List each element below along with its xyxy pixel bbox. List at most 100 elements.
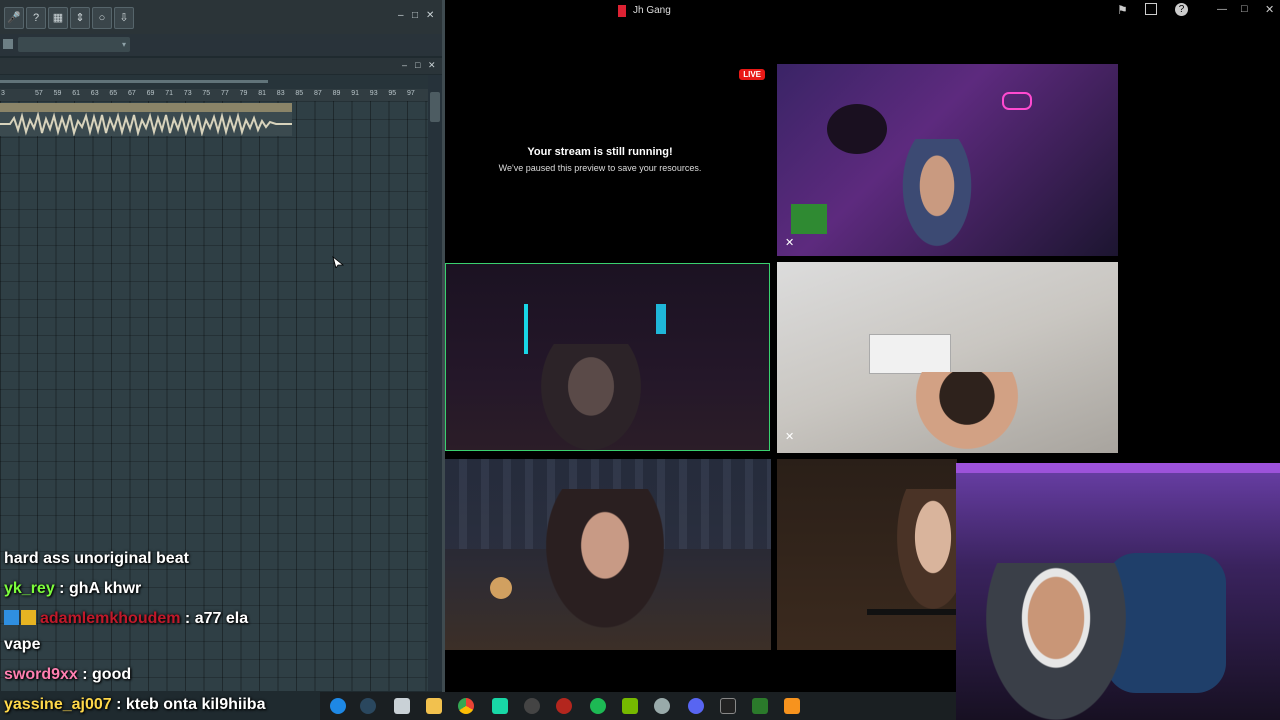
playlist-header: – □ ✕ [0,58,442,74]
ruler-tick-label: 75 [202,90,211,97]
ruler-tick-label: 61 [72,90,80,97]
participant-video-tile[interactable]: ✕ [777,262,1118,453]
speaking-participant-tile[interactable] [445,263,770,451]
ruler-tick-label: 65 [109,90,118,97]
steam-icon[interactable] [360,698,376,714]
chat-text: vape [4,636,41,653]
muted-mic-icon: ✕ [785,237,795,249]
chat-username[interactable]: sword9xx [4,666,78,683]
fl-close-button[interactable]: ✕ [426,10,434,21]
pattern-select[interactable]: ▾ [18,37,130,52]
chat-text: : a77 ela [180,610,249,627]
ruler-tick-label: 87 [314,90,322,97]
video-detail [827,104,887,154]
menu-icon[interactable] [3,39,13,49]
taskbar [320,692,960,720]
live-badge: LIVE [739,69,765,80]
app-play-icon[interactable] [752,698,768,714]
neon-sign [1002,92,1032,110]
edge-icon[interactable] [330,698,346,714]
stream-titlebar: Jh Gang ⚑ ? — □ ✕ [445,0,1280,22]
folder-icon[interactable] [426,698,442,714]
ruler-tick-label: 69 [146,90,155,97]
playlist-close-button[interactable]: ✕ [428,60,436,71]
chat-message: sword9xx : good [4,666,131,684]
participant-video-tile[interactable] [777,459,957,650]
playlist-grid[interactable] [0,101,428,691]
spotify-icon[interactable] [590,698,606,714]
participant-figure [912,372,1022,453]
fl-studio-icon[interactable] [784,698,800,714]
ruler-tick-label: 89 [332,90,341,97]
facecam-overlay [956,463,1280,720]
chat-text: hard ass unoriginal beat [4,550,189,567]
chat-message: adamlemkhoudem : a77 ela [4,610,248,628]
fl-maximize-button[interactable]: □ [412,10,418,21]
ruler-tick-label: 63 [90,90,99,97]
download-icon[interactable]: ⇩ [114,7,134,29]
ruler-tick-label: 81 [258,90,266,97]
close-button[interactable]: ✕ [1265,3,1274,16]
app-gray-icon[interactable] [654,698,670,714]
minimize-button[interactable]: — [1217,4,1227,15]
chat-icon[interactable]: ○ [92,7,112,29]
vertical-scroll-thumb[interactable] [430,92,440,122]
playlist-minimize-button[interactable]: – [402,60,407,70]
chat-text: : ghA khwr [54,580,142,597]
app-icon[interactable] [394,698,410,714]
help-icon[interactable]: ? [26,7,46,29]
chat-username[interactable]: adamlemkhoudem [40,610,180,627]
ruler-tick-label: 93 [369,90,378,97]
chat-message: yassine_aj007 : kteb onta kil9hiiba [4,696,265,714]
chrome-icon[interactable] [458,698,474,714]
participant-figure [541,344,641,450]
waveform-icon [0,112,292,136]
audio-clip[interactable] [0,103,292,136]
streamer-figure [897,139,977,256]
microphone-arm [867,609,957,615]
ruler-tick-label: 59 [53,90,62,97]
ruler-tick-label: 95 [388,90,397,97]
chat-text: : kteb onta kil9hiiba [111,696,266,713]
neon-light [524,304,528,354]
app-red-icon[interactable] [556,698,572,714]
ruler-tick-label: 91 [351,90,359,97]
chat-message: yk_rey : ghA khwr [4,580,141,598]
badge-icon [4,610,19,625]
discord-icon[interactable] [688,698,704,714]
flag-icon[interactable]: ⚑ [1117,3,1128,17]
streamer-figure [986,563,1126,720]
mixer-icon[interactable]: ⇕ [70,7,90,29]
crown-badge-icon [21,610,36,625]
own-stream-tile[interactable]: LIVE Your stream is still running! We've… [445,64,771,256]
chat-username[interactable]: yassine_aj007 [4,696,112,713]
chat-message: vape [4,636,40,654]
playlist-restore-button[interactable]: □ [415,60,420,70]
participant-video-tile[interactable]: ✕ [777,64,1118,256]
audio-app-icon[interactable] [720,698,736,714]
air-conditioner [869,334,951,374]
neon-light [791,204,827,234]
plush-toy [490,577,512,599]
ruler-tick-label: 85 [295,90,304,97]
obs-icon[interactable] [524,698,540,714]
ruler-tick-label: 77 [221,90,229,97]
chat-username[interactable]: yk_rey [4,580,55,597]
vertical-scrollbar[interactable] [428,75,442,691]
horizontal-scrollbar[interactable] [0,75,428,89]
help-circle-icon[interactable]: ? [1175,3,1188,16]
maximize-button[interactable]: □ [1241,3,1248,15]
ruler-tick-label: 73 [183,90,192,97]
led-strip [956,463,1280,473]
ruler-tick-label: 3 [1,90,5,97]
microphone-icon[interactable]: 🎤 [4,7,24,29]
participant-video-tile[interactable] [445,459,771,650]
neon-light [656,304,666,334]
scroll-thumb[interactable] [0,80,268,83]
fl-minimize-button[interactable]: – [398,10,404,21]
save-icon[interactable]: ▦ [48,7,68,29]
screen-share-icon[interactable] [1145,3,1157,15]
nvidia-icon[interactable] [622,698,638,714]
timeline-ruler[interactable]: 3 57 59 61 63 65 67 69 71 73 75 77 79 81 83 85 87 89 91 93 9… [0,89,428,101]
app-green-icon[interactable] [492,698,508,714]
